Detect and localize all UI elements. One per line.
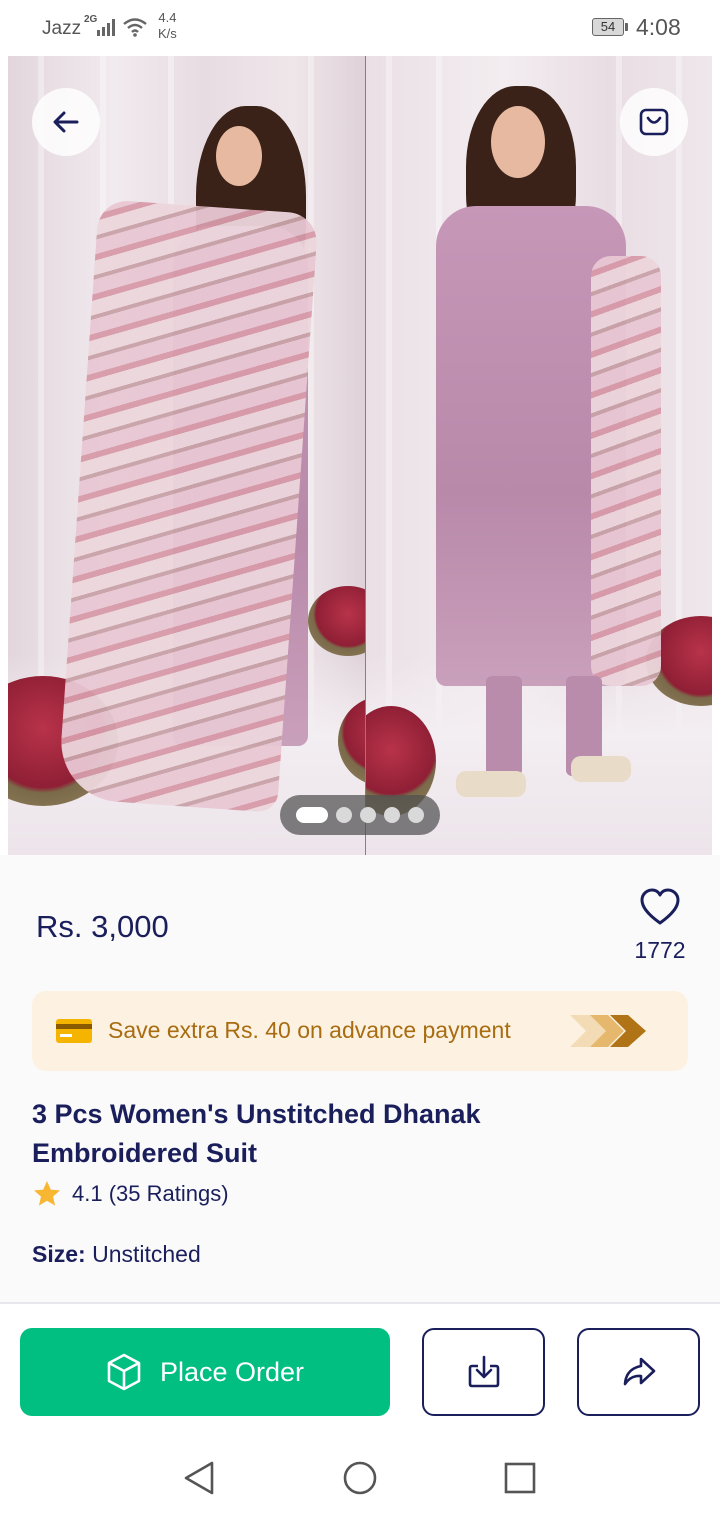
signal-icon: [97, 19, 115, 36]
box-icon: [107, 1353, 141, 1391]
back-arrow-icon: [53, 111, 79, 133]
product-image-front-view: [366, 56, 712, 855]
favorites-count: 1772: [634, 937, 686, 963]
place-order-label: Place Order: [159, 1356, 305, 1387]
nav-back-icon[interactable]: [182, 1460, 218, 1496]
gallery-dot-active[interactable]: [296, 807, 328, 823]
carrier-name: Jazz: [42, 18, 82, 39]
product-rating[interactable]: 4.1 (35 Ratings): [72, 1181, 229, 1207]
share-button[interactable]: [577, 1328, 700, 1416]
gallery-dot[interactable]: [384, 807, 400, 823]
system-nav-bar: [0, 1430, 720, 1520]
product-price: Rs. 3,000: [36, 909, 169, 944]
product-image-gallery[interactable]: [8, 56, 712, 855]
speed-unit: K/s: [158, 26, 177, 41]
gallery-dot[interactable]: [360, 807, 376, 823]
product-image-back-view: [8, 56, 365, 855]
battery-tip: [625, 23, 628, 31]
speed-value: 4.4: [158, 10, 177, 25]
section-divider: [0, 1302, 720, 1304]
place-order-button[interactable]: Place Order: [20, 1328, 390, 1416]
chevrons-icon: [570, 1015, 646, 1047]
wifi-icon: [123, 18, 147, 37]
cart-button[interactable]: [620, 88, 688, 156]
gallery-dot[interactable]: [408, 807, 424, 823]
star-icon: [34, 1181, 60, 1206]
product-title: 3 Pcs Women's Unstitched Dhanak Embroide…: [32, 1099, 481, 1168]
nav-home-icon[interactable]: [342, 1460, 378, 1496]
gallery-pagination: [280, 795, 440, 835]
clock: 4:08: [636, 14, 681, 40]
gallery-dot[interactable]: [336, 807, 352, 823]
download-button[interactable]: [422, 1328, 545, 1416]
back-button[interactable]: [32, 88, 100, 156]
advance-payment-banner[interactable]: Save extra Rs. 40 on advance payment: [32, 991, 688, 1071]
product-info: Rs. 3,000 1772 Save extra Rs. 40 on adva…: [0, 855, 720, 1303]
heart-icon[interactable]: [638, 887, 682, 927]
nav-recents-icon[interactable]: [502, 1460, 538, 1496]
download-icon: [468, 1355, 499, 1388]
status-bar: Jazz 2G 4.4 K/s 54 4:08: [0, 0, 720, 56]
size-value: Unstitched: [92, 1241, 201, 1267]
share-icon: [623, 1357, 655, 1386]
battery-icon: 54: [592, 18, 624, 36]
shopping-bag-icon: [639, 108, 669, 136]
credit-card-icon: [56, 1019, 92, 1043]
size-label: Size:: [32, 1241, 86, 1267]
promo-text: Save extra Rs. 40 on advance payment: [108, 1017, 511, 1043]
network-speed: 4.4 K/s: [158, 10, 177, 42]
product-size: Size: Unstitched: [32, 1241, 201, 1268]
